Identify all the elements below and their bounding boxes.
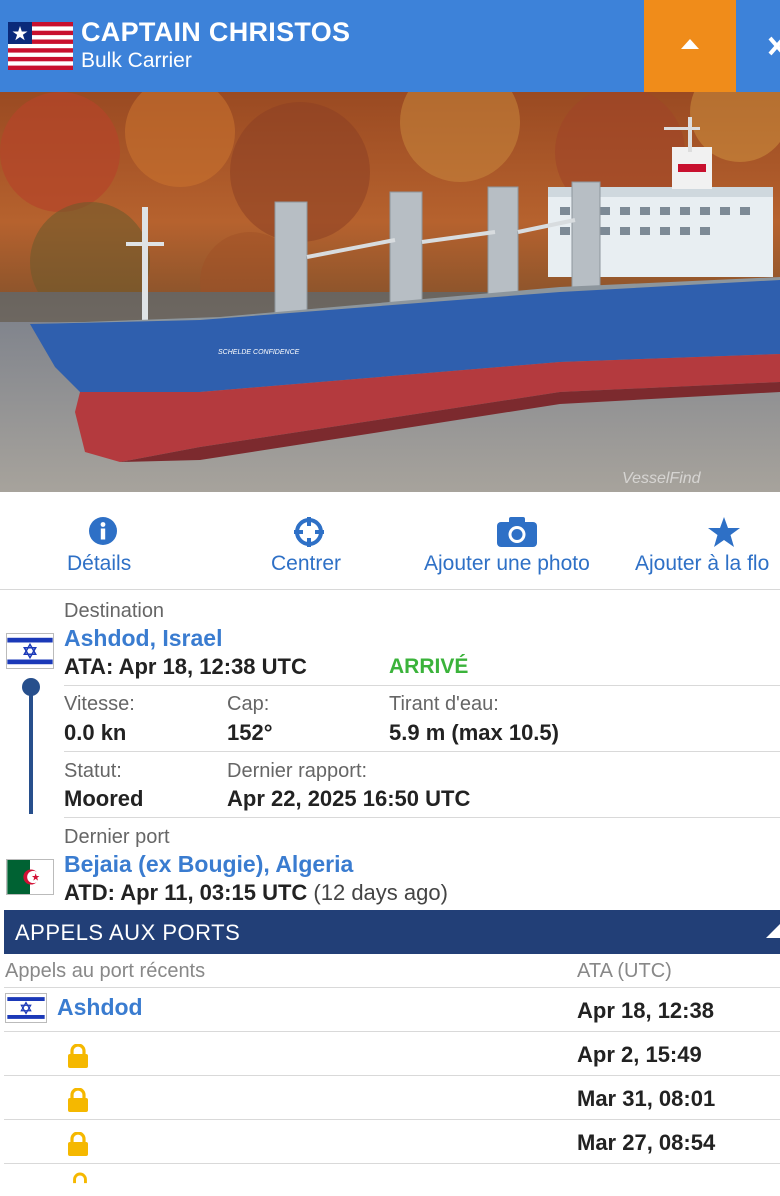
- add-photo-label: Ajouter une photo: [424, 552, 590, 575]
- atd-relative: (12 days ago): [313, 880, 448, 905]
- port-call-row[interactable]: Apr 2, 15:49: [4, 1032, 780, 1076]
- port-call-date: Apr 2, 15:49: [577, 1042, 702, 1067]
- ship-image: SCHELDE CONFIDENCE VesselFind: [0, 92, 780, 492]
- ata-column: ATA (UTC): [577, 960, 672, 982]
- divider: [64, 817, 780, 818]
- vessel-header: CAPTAIN CHRISTOS Bulk Carrier: [0, 0, 780, 92]
- israel-flag-icon: [5, 993, 47, 1023]
- caret-up-icon: [681, 39, 699, 49]
- add-to-fleet-button[interactable]: Ajouter à la flo: [630, 492, 780, 590]
- destination-ata: ATA: Apr 18, 12:38 UTC: [64, 654, 307, 679]
- port-call-date: Mar 27, 08:54: [577, 1130, 716, 1155]
- details-button[interactable]: Détails: [55, 492, 151, 590]
- center-button[interactable]: Centrer: [262, 492, 358, 590]
- lock-icon-partial: [70, 1172, 90, 1196]
- lock-icon[interactable]: [67, 1044, 89, 1068]
- watermark: VesselFind: [622, 470, 702, 487]
- port-call-row[interactable]: Mar 31, 08:01: [4, 1076, 780, 1120]
- last-port-label: Dernier port: [64, 826, 170, 848]
- vessel-photo[interactable]: SCHELDE CONFIDENCE VesselFind: [0, 92, 780, 492]
- details-label: Détails: [67, 552, 132, 575]
- camera-icon: [497, 517, 537, 547]
- lock-icon[interactable]: [67, 1088, 89, 1112]
- last-report-value: Apr 22, 2025 16:50 UTC: [227, 786, 471, 811]
- collapse-button[interactable]: [644, 0, 736, 92]
- action-bar: Détails Centrer Ajouter une photo Ajoute…: [0, 492, 780, 590]
- add-to-fleet-label: Ajouter à la flo: [635, 552, 770, 575]
- recent-calls-column: Appels au port récents: [5, 960, 206, 982]
- vessel-name: CAPTAIN CHRISTOS: [81, 17, 351, 47]
- crosshair-icon: [294, 517, 324, 547]
- lock-icon[interactable]: [67, 1132, 89, 1156]
- close-icon: [768, 36, 780, 56]
- divider: [64, 685, 780, 686]
- port-calls-column-header: Appels au port récents ATA (UTC): [4, 956, 780, 988]
- algeria-flag-icon: [6, 859, 54, 895]
- draught-value: 5.9 m (max 10.5): [389, 720, 559, 745]
- arrival-status: ARRIVÉ: [389, 655, 469, 678]
- heading-label: Cap:: [227, 693, 270, 715]
- draught-label: Tirant d'eau:: [389, 693, 499, 715]
- hull-name: SCHELDE CONFIDENCE: [218, 349, 300, 356]
- port-calls-title: APPELS AUX PORTS: [15, 920, 241, 945]
- liberia-flag-icon: [8, 22, 73, 70]
- heading-value: 152°: [227, 720, 273, 745]
- close-button[interactable]: [736, 0, 780, 92]
- collapse-triangle-icon: [766, 924, 780, 938]
- center-label: Centrer: [271, 552, 342, 575]
- divider: [64, 751, 780, 752]
- speed-label: Vitesse:: [64, 693, 135, 715]
- timeline-line: [29, 686, 33, 814]
- last-report-label: Dernier rapport:: [227, 760, 368, 782]
- port-call-date: Apr 18, 12:38: [577, 998, 714, 1023]
- port-call-date: Mar 31, 08:01: [577, 1086, 716, 1111]
- star-icon: [708, 517, 740, 547]
- israel-flag-icon: [6, 633, 54, 669]
- status-value: Moored: [64, 786, 144, 811]
- info-icon: [89, 517, 117, 545]
- destination-port-link[interactable]: Ashdod, Israel: [64, 625, 222, 652]
- destination-label: Destination: [64, 600, 165, 622]
- atd-value: ATD: Apr 11, 03:15 UTC: [64, 880, 308, 905]
- port-call-row[interactable]: Mar 27, 08:54: [4, 1120, 780, 1164]
- vessel-type: Bulk Carrier: [81, 49, 192, 72]
- port-call-row[interactable]: Ashdod Apr 18, 12:38: [4, 988, 780, 1032]
- last-port-link[interactable]: Bejaia (ex Bougie), Algeria: [64, 851, 353, 878]
- add-photo-button[interactable]: Ajouter une photo: [420, 492, 616, 590]
- speed-value: 0.0 kn: [64, 720, 127, 745]
- status-label: Statut:: [64, 760, 122, 782]
- last-port-atd: ATD: Apr 11, 03:15 UTC (12 days ago): [64, 880, 448, 906]
- port-calls-header[interactable]: APPELS AUX PORTS: [4, 910, 780, 954]
- port-call-port[interactable]: Ashdod: [57, 994, 143, 1021]
